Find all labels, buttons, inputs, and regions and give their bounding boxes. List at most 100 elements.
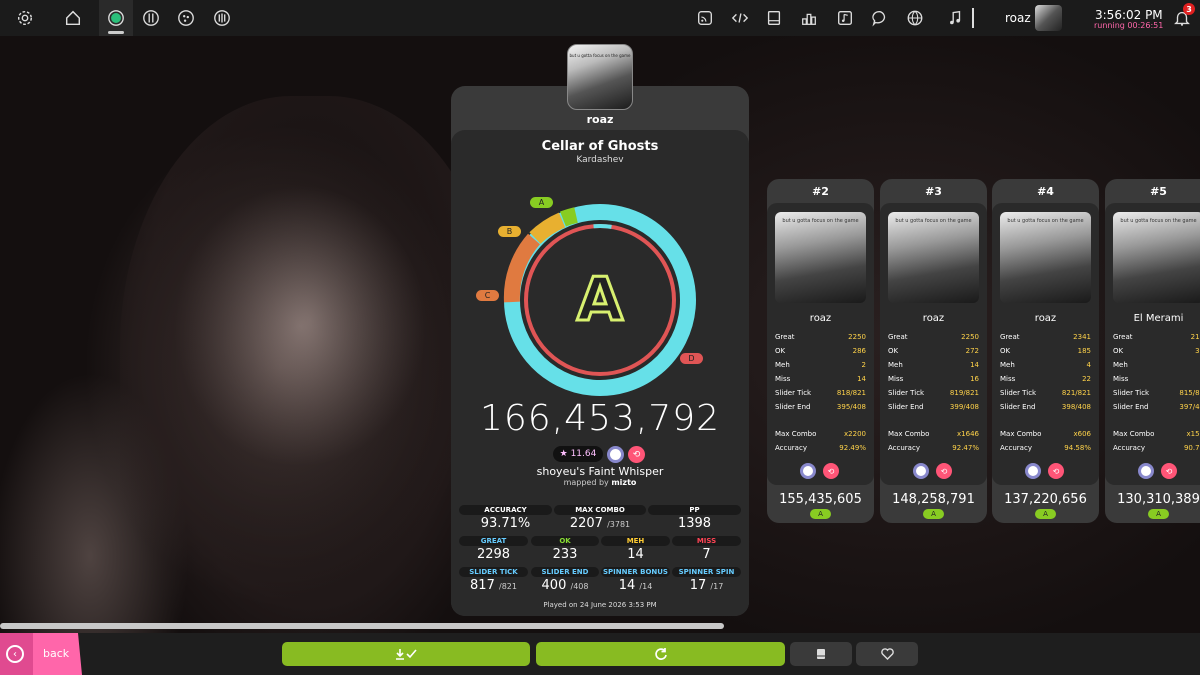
chat-icon[interactable] [870, 8, 890, 28]
card-stat-value: 14 [970, 361, 979, 369]
card-rank: #4 [1037, 185, 1054, 198]
card-stat-label: Slider Tick [1000, 389, 1037, 397]
total-score: 166,453,792 [479, 398, 721, 439]
chevron-left-icon: ‹ [6, 645, 24, 663]
card-stat-value: 94.58% [1064, 444, 1091, 452]
card-score: 155,435,605 [779, 492, 862, 507]
favourite-button[interactable] [856, 642, 918, 666]
card-grade: A [1148, 509, 1169, 519]
card-stat-label: Accuracy [775, 444, 807, 452]
mania-ruleset-icon[interactable] [212, 8, 232, 28]
ruleset-selected-indicator [108, 31, 124, 34]
card-stat-row: Max Combo x1646 [888, 430, 979, 442]
player-username[interactable]: roaz [451, 113, 749, 126]
mod-classic-icon[interactable] [1138, 463, 1154, 479]
card-stat-value: x2200 [844, 430, 866, 438]
horizontal-scrollbar[interactable] [0, 623, 724, 629]
leaderboard-card[interactable]: #4 but u gotta focus on the game roaz Great… [992, 179, 1099, 523]
mod-double-time-icon[interactable]: ⟲ [628, 446, 645, 463]
card-stat-label: Meh [888, 361, 903, 369]
card-stat-row: Miss 16 [888, 375, 979, 387]
catch-ruleset-icon[interactable] [176, 8, 196, 28]
card-stat-label: Slider End [1000, 403, 1036, 411]
news-icon[interactable] [695, 8, 715, 28]
mod-double-time-icon[interactable]: ⟲ [1048, 463, 1064, 479]
card-stat-value: 395/408 [836, 403, 866, 411]
card-username[interactable]: roaz [880, 313, 987, 324]
difficulty-name: shoyeu's Faint Whisper [536, 465, 664, 478]
mod-double-time-icon[interactable]: ⟲ [1161, 463, 1177, 479]
retry-icon [654, 648, 667, 660]
card-stat-row: Slider Tick 819/821 [888, 389, 979, 401]
card-stat-value: 815/82 [1179, 389, 1200, 397]
leaderboard-card[interactable]: #2 but u gotta focus on the game roaz Great… [767, 179, 874, 523]
card-stat-value: 90.72 [1183, 444, 1200, 452]
osu-ruleset-icon[interactable] [106, 8, 126, 28]
beatmap-listing-icon[interactable] [835, 8, 855, 28]
card-stat-label: Meh [1113, 361, 1128, 369]
mod-classic-icon[interactable] [913, 463, 929, 479]
card-stat-label: Slider Tick [775, 389, 812, 397]
card-stat-row: OK 31 [1113, 347, 1200, 359]
player-avatar[interactable]: but u gotta focus on the game [567, 44, 633, 110]
card-avatar[interactable]: but u gotta focus on the game [888, 212, 979, 303]
toolbar-username[interactable]: roaz [1005, 11, 1031, 25]
card-stat-value: 2250 [848, 333, 866, 341]
card-avatar-caption: but u gotta focus on the game [1120, 218, 1197, 224]
now-playing-icon[interactable] [945, 8, 965, 28]
card-stat-value: 272 [965, 347, 979, 355]
song-artist: Kardashev [576, 155, 624, 165]
rankings-icon[interactable] [799, 8, 819, 28]
mod-classic-icon[interactable] [1025, 463, 1041, 479]
grade-letter: A [577, 265, 624, 335]
download-replay-button[interactable] [282, 642, 530, 666]
spinner-bonus-label: SPINNER BONUS [601, 567, 670, 577]
card-grade: A [810, 509, 831, 519]
card-username[interactable]: roaz [767, 313, 874, 324]
card-stat-row: Meh 4 [1000, 361, 1091, 373]
card-stat-label: Great [888, 333, 908, 341]
card-stat-row: Slider Tick 815/82 [1113, 389, 1200, 401]
mod-double-time-icon[interactable]: ⟲ [823, 463, 839, 479]
card-stat-label: OK [888, 347, 899, 355]
great-value: 2298 [476, 547, 511, 562]
mod-classic-icon[interactable] [607, 446, 624, 463]
changelog-icon[interactable] [730, 8, 750, 28]
card-avatar[interactable]: but u gotta focus on the game [1113, 212, 1200, 303]
notification-count: 3 [1183, 3, 1195, 15]
max-combo-label: MAX COMBO [554, 505, 646, 515]
wiki-icon[interactable] [764, 8, 784, 28]
card-stat-row: Great 218 [1113, 333, 1200, 345]
card-stat-row: Max Combo x606 [1000, 430, 1091, 442]
card-stat-value: 821/821 [1061, 389, 1091, 397]
home-icon[interactable] [63, 8, 83, 28]
toolbar-avatar[interactable] [1035, 5, 1062, 31]
card-avatar[interactable]: but u gotta focus on the game [1000, 212, 1091, 303]
card-rank: #2 [812, 185, 829, 198]
dashboard-icon[interactable] [905, 8, 925, 28]
played-date: Played on 24 June 2026 3:53 PM [543, 601, 657, 609]
clock-time: 3:56:02 PM [1095, 8, 1163, 22]
card-grade: A [1035, 509, 1056, 519]
taiko-ruleset-icon[interactable] [141, 8, 161, 28]
card-stat-value: 31 [1195, 347, 1200, 355]
settings-icon[interactable] [15, 8, 35, 28]
card-stat-value: 2 [861, 361, 866, 369]
statistics-button[interactable] [790, 642, 852, 666]
card-stat-value: x1646 [957, 430, 979, 438]
leaderboard-card[interactable]: #5 but u gotta focus on the game El Merami… [1105, 179, 1200, 523]
card-username[interactable]: roaz [992, 313, 1099, 324]
slider-tick-value: 817 /821 [470, 578, 517, 593]
mod-double-time-icon[interactable]: ⟲ [936, 463, 952, 479]
card-stat-row: OK 286 [775, 347, 866, 359]
card-avatar-caption: but u gotta focus on the game [1007, 218, 1084, 224]
card-stat-row: Accuracy 94.58% [1000, 444, 1091, 456]
miss-value: 7 [702, 547, 711, 562]
back-label[interactable]: back [43, 647, 69, 660]
retry-button[interactable] [536, 642, 785, 666]
leaderboard-card[interactable]: #3 but u gotta focus on the game roaz Great… [880, 179, 987, 523]
mod-classic-icon[interactable] [800, 463, 816, 479]
card-avatar[interactable]: but u gotta focus on the game [775, 212, 866, 303]
card-username[interactable]: El Merami [1105, 313, 1200, 324]
slider-end-value: 400 /408 [541, 578, 589, 593]
